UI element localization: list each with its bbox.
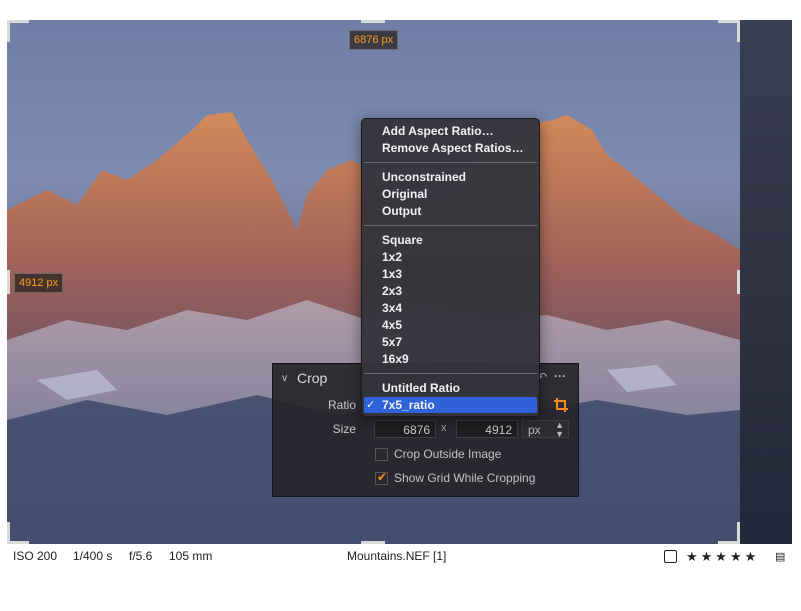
crop-handle-top-mid[interactable] xyxy=(361,20,385,23)
checkmark-icon: ✓ xyxy=(366,399,376,411)
color-tag-checkbox[interactable] xyxy=(664,550,677,563)
star-rating[interactable]: ★★★★★ xyxy=(686,549,759,565)
show-grid-label: Show Grid While Cropping xyxy=(394,471,536,485)
aperture-value: f/5.6 xyxy=(129,549,153,563)
stepper-icon: ▲ ▼ xyxy=(555,420,564,439)
menu-item-untitled-ratio[interactable]: Untitled Ratio xyxy=(382,381,460,395)
menu-separator xyxy=(364,373,537,374)
crop-handle-top-left[interactable] xyxy=(7,20,10,42)
crop-handle-top-right-h[interactable] xyxy=(718,20,740,23)
unit-value: px xyxy=(528,423,541,437)
crop-tool-icon[interactable] xyxy=(553,397,569,413)
list-icon[interactable]: ▤ xyxy=(775,550,785,563)
crop-handle-right-mid[interactable] xyxy=(737,270,740,294)
iso-value: ISO 200 xyxy=(13,549,58,563)
menu-item-4x5[interactable]: 4x5 xyxy=(382,318,402,332)
menu-item-16x9[interactable]: 16x9 xyxy=(382,352,409,366)
collapse-chevron-icon[interactable]: ∨ xyxy=(281,373,288,384)
menu-separator xyxy=(364,225,537,226)
menu-item-square[interactable]: Square xyxy=(382,233,423,247)
crop-handle-bottom-right-h[interactable] xyxy=(718,541,740,544)
size-separator: x xyxy=(441,422,447,434)
crop-handle-bottom-mid[interactable] xyxy=(361,541,385,544)
show-grid-checkbox[interactable] xyxy=(375,470,388,485)
menu-item-output[interactable]: Output xyxy=(382,204,421,218)
menu-separator xyxy=(364,162,537,163)
crop-handle-top-left-h[interactable] xyxy=(7,20,29,23)
focal-length-value: 105 mm xyxy=(169,549,213,563)
crop-handle-bottom-left-h[interactable] xyxy=(7,541,29,544)
crop-outside-checkbox[interactable] xyxy=(375,448,388,461)
file-name: Mountains.NEF [1] xyxy=(347,549,447,563)
menu-item-2x3[interactable]: 2x3 xyxy=(382,284,402,298)
menu-item-3x4[interactable]: 3x4 xyxy=(382,301,402,315)
menu-item-7x5-ratio[interactable]: 7x5_ratio xyxy=(382,398,435,412)
filmstrip-edge xyxy=(740,20,792,544)
size-label: Size xyxy=(332,422,356,436)
menu-item-1x2[interactable]: 1x2 xyxy=(382,250,402,264)
menu-item-1x3[interactable]: 1x3 xyxy=(382,267,402,281)
crop-handle-left-mid[interactable] xyxy=(7,270,10,294)
crop-height-field[interactable]: 4912 xyxy=(456,420,518,438)
menu-item-add-aspect-ratio[interactable]: Add Aspect Ratio… xyxy=(382,124,494,138)
shutter-value: 1/400 s xyxy=(73,549,113,563)
menu-item-remove-aspect-ratios[interactable]: Remove Aspect Ratios… xyxy=(382,141,524,155)
crop-width-field[interactable]: 6876 xyxy=(374,420,436,438)
menu-item-5x7[interactable]: 5x7 xyxy=(382,335,402,349)
menu-item-unconstrained[interactable]: Unconstrained xyxy=(382,170,466,184)
menu-item-original[interactable]: Original xyxy=(382,187,427,201)
more-options-icon[interactable]: ··· xyxy=(554,369,566,383)
crop-outside-label: Crop Outside Image xyxy=(394,447,502,461)
crop-panel-title: Crop xyxy=(297,370,328,386)
ratio-label: Ratio xyxy=(327,398,356,412)
crop-handle-top-right[interactable] xyxy=(737,20,740,42)
aspect-ratio-menu: Add Aspect Ratio… Remove Aspect Ratios… … xyxy=(361,118,540,417)
unit-select[interactable]: px ▲ ▼ xyxy=(522,420,569,439)
crop-height-label: 4912 px xyxy=(14,273,64,293)
status-bar: ISO 200 1/400 s f/5.6 105 mm Mountains.N… xyxy=(0,546,801,566)
crop-width-label: 6876 px xyxy=(349,30,399,50)
